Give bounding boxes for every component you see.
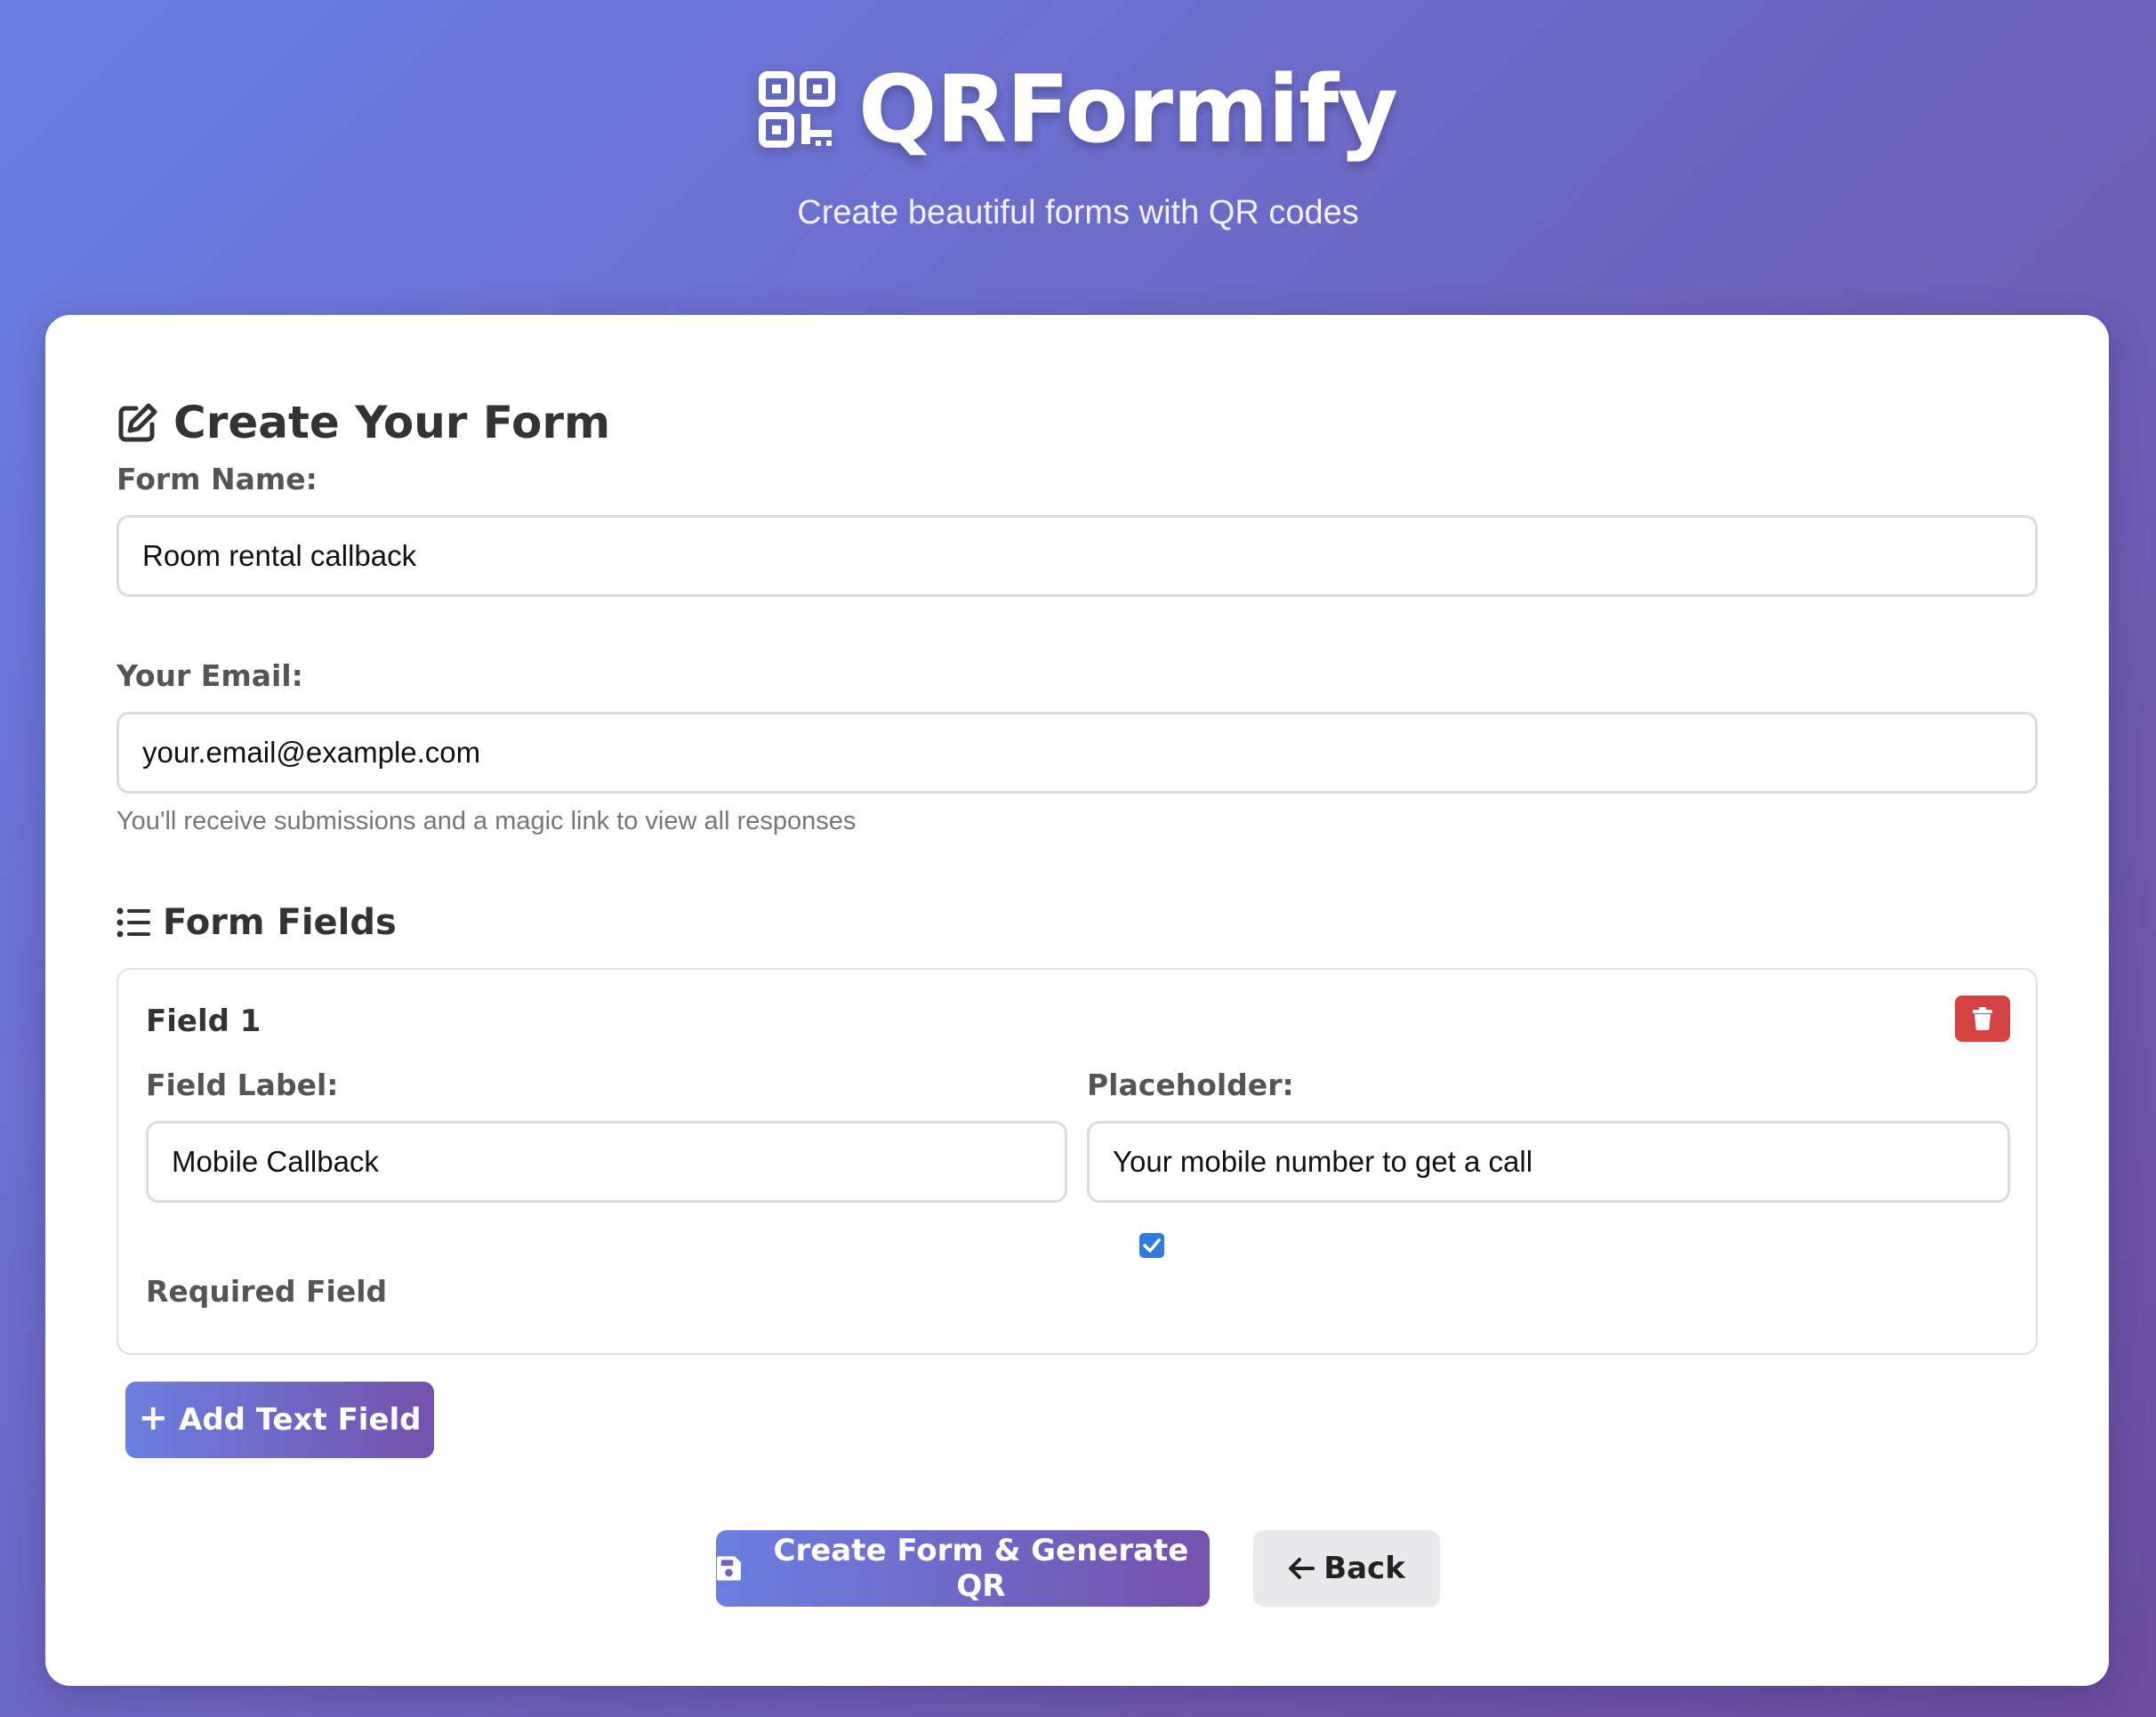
app-title: QRFormify [857,55,1398,164]
page-header: QRFormify Create beautiful forms with QR… [0,0,2156,294]
add-text-field-label: Add Text Field [179,1402,422,1438]
email-hint: You'll receive submissions and a magic l… [117,807,857,835]
required-checkbox[interactable] [1139,1233,1164,1258]
card-heading: Create Your Form [173,397,611,448]
form-name-input[interactable] [117,515,2038,597]
create-form-button[interactable]: Create Form & Generate QR [716,1530,1210,1607]
form-name-label: Form Name: [117,462,318,496]
field-label-caption: Field Label: [146,1068,339,1102]
add-text-field-button[interactable]: + Add Text Field [125,1382,434,1458]
field-card: Field 1 Field Label: Placeholder: Requir… [117,968,2038,1355]
save-icon [716,1556,741,1581]
trash-icon [1973,1007,1992,1030]
delete-field-button[interactable] [1955,996,2010,1042]
check-icon [1143,1238,1161,1253]
fields-section-title: Form Fields [117,902,397,943]
qrcode-icon [758,71,835,148]
email-input[interactable] [117,712,2038,794]
placeholder-caption: Placeholder: [1087,1068,1294,1102]
required-label: Required Field [146,1274,388,1309]
fields-heading: Form Fields [163,902,397,943]
plus-icon: + [138,1398,168,1439]
placeholder-input[interactable] [1087,1121,2010,1203]
form-card: Create Your Form Form Name: Your Email: … [45,315,2109,1686]
list-icon [117,907,150,938]
create-form-label: Create Form & Generate QR [773,1533,1189,1604]
brand: QRFormify [0,55,2156,164]
arrow-left-icon [1289,1558,1315,1579]
email-label: Your Email: [117,658,303,693]
back-button[interactable]: Back [1253,1530,1440,1607]
field-title: Field 1 [146,1004,261,1039]
edit-icon [118,403,157,442]
card-title: Create Your Form [117,397,610,448]
app-subtitle: Create beautiful forms with QR codes [797,194,1359,231]
back-label: Back [1323,1551,1405,1586]
field-label-input[interactable] [146,1121,1067,1203]
